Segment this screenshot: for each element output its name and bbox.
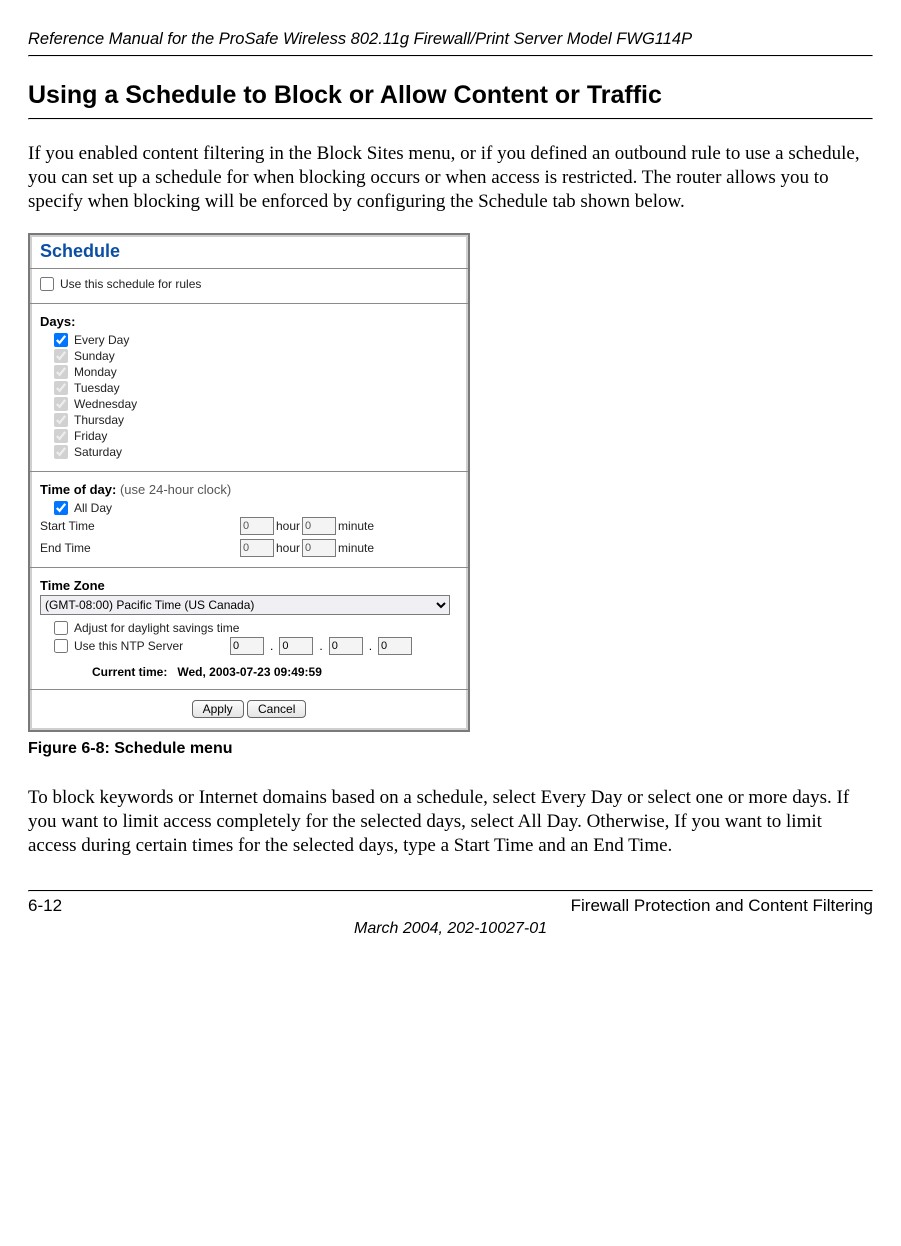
footer-date: March 2004, 202-10027-01 — [28, 920, 873, 938]
hour-unit-1: hour — [276, 519, 300, 533]
ntp-label: Use this NTP Server — [74, 639, 224, 653]
chapter-name: Firewall Protection and Content Filterin… — [571, 896, 873, 916]
heading-rule — [28, 118, 873, 120]
start-min-input[interactable] — [302, 517, 336, 535]
intro-paragraph: If you enabled content filtering in the … — [28, 142, 873, 213]
use-schedule-checkbox[interactable] — [40, 277, 54, 291]
saturday-checkbox[interactable] — [54, 445, 68, 459]
hour-unit-2: hour — [276, 541, 300, 555]
current-time-label: Current time: — [92, 665, 167, 679]
ntp-ip-2[interactable] — [279, 637, 313, 655]
start-time-label: Start Time — [40, 519, 240, 533]
end-min-input[interactable] — [302, 539, 336, 557]
apply-button[interactable]: Apply — [192, 700, 244, 718]
allday-checkbox[interactable] — [54, 501, 68, 515]
panel-title: Schedule — [30, 235, 468, 264]
dst-checkbox[interactable] — [54, 621, 68, 635]
saturday-label: Saturday — [74, 445, 122, 459]
end-hour-input[interactable] — [240, 539, 274, 557]
current-time-row: Current time: Wed, 2003-07-23 09:49:59 — [40, 657, 458, 679]
dot-sep: . — [369, 639, 372, 653]
dot-sep: . — [319, 639, 322, 653]
thursday-checkbox[interactable] — [54, 413, 68, 427]
outro-paragraph: To block keywords or Internet domains ba… — [28, 786, 873, 857]
minute-unit-2: minute — [338, 541, 374, 555]
friday-label: Friday — [74, 429, 107, 443]
monday-label: Monday — [74, 365, 117, 379]
header-rule — [28, 55, 873, 57]
wednesday-checkbox[interactable] — [54, 397, 68, 411]
start-hour-input[interactable] — [240, 517, 274, 535]
everyday-checkbox[interactable] — [54, 333, 68, 347]
everyday-label: Every Day — [74, 333, 129, 347]
tuesday-checkbox[interactable] — [54, 381, 68, 395]
end-time-label: End Time — [40, 541, 240, 555]
dot-sep: . — [270, 639, 273, 653]
friday-checkbox[interactable] — [54, 429, 68, 443]
sunday-label: Sunday — [74, 349, 115, 363]
allday-label: All Day — [74, 501, 112, 515]
tuesday-label: Tuesday — [74, 381, 120, 395]
ntp-checkbox[interactable] — [54, 639, 68, 653]
ntp-ip-1[interactable] — [230, 637, 264, 655]
use-schedule-label: Use this schedule for rules — [60, 277, 201, 291]
figure-caption: Figure 6-8: Schedule menu — [28, 740, 873, 758]
cancel-button[interactable]: Cancel — [247, 700, 306, 718]
section-heading: Using a Schedule to Block or Allow Conte… — [28, 81, 873, 110]
page-number: 6-12 — [28, 896, 62, 916]
tod-header: Time of day: (use 24-hour clock) — [40, 478, 458, 499]
thursday-label: Thursday — [74, 413, 124, 427]
running-header: Reference Manual for the ProSafe Wireles… — [28, 30, 873, 55]
dst-label: Adjust for daylight savings time — [74, 621, 239, 635]
ntp-ip-3[interactable] — [329, 637, 363, 655]
schedule-screenshot: Schedule Use this schedule for rules Day… — [28, 233, 470, 732]
timezone-select[interactable]: (GMT-08:00) Pacific Time (US Canada) — [40, 595, 450, 615]
wednesday-label: Wednesday — [74, 397, 137, 411]
current-time-value: Wed, 2003-07-23 09:49:59 — [177, 665, 322, 679]
days-header: Days: — [40, 310, 458, 331]
tod-note: (use 24-hour clock) — [120, 482, 231, 497]
ntp-ip-4[interactable] — [378, 637, 412, 655]
sunday-checkbox[interactable] — [54, 349, 68, 363]
monday-checkbox[interactable] — [54, 365, 68, 379]
minute-unit-1: minute — [338, 519, 374, 533]
tz-header: Time Zone — [40, 574, 458, 595]
tod-header-text: Time of day: — [40, 482, 116, 497]
